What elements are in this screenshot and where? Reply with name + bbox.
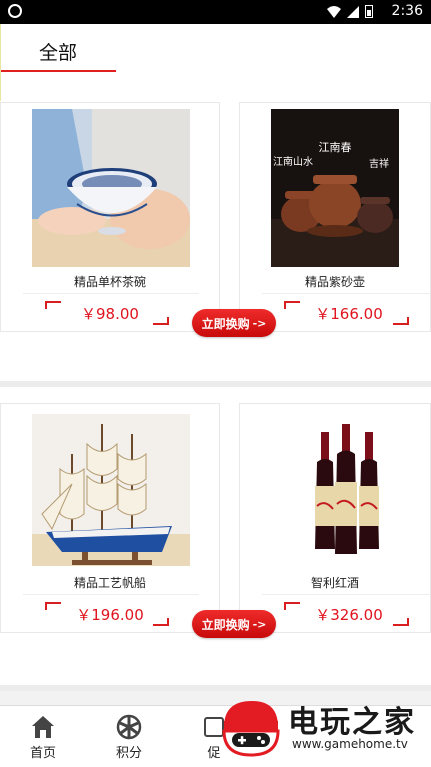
product-card-red-wine[interactable]: 智利红酒 ￥326.00 (239, 403, 431, 633)
redeem-button-label: 立即换购 (201, 316, 250, 331)
price-bracket-right (393, 618, 409, 626)
divider (262, 594, 430, 595)
product-name: 精品紫砂壶 (304, 275, 365, 289)
divider (23, 594, 199, 595)
price-bracket-right (153, 317, 169, 325)
product-name: 精品单杯茶碗 (73, 275, 146, 289)
points-wheel-icon (116, 714, 142, 740)
tab-all[interactable]: 全部 (39, 38, 77, 65)
price-bracket-right (153, 618, 169, 626)
nav-item-points[interactable]: 积分 (99, 714, 159, 761)
wifi-icon (327, 5, 341, 18)
status-bar: 2:36 (0, 0, 431, 24)
category-tab-bar: 全部 (0, 24, 431, 101)
watermark-title: 电玩之家 (288, 705, 416, 740)
nav-label-home: 首页 (29, 746, 56, 761)
signal-icon (347, 5, 359, 18)
divider (262, 293, 430, 294)
watermark-logo (222, 701, 280, 757)
nav-item-home[interactable]: 首页 (13, 714, 73, 761)
arrow-right-icon: -> (252, 316, 267, 330)
arrow-right-icon: -> (252, 617, 267, 631)
app-notification-icon (8, 4, 22, 18)
teapot-image: 江南春 江南山水 吉祥 (271, 109, 399, 267)
tab-active-indicator (1, 70, 116, 72)
status-icons (327, 5, 373, 18)
product-name: 智利红酒 (310, 576, 359, 590)
sailing-ship-image (32, 414, 190, 566)
redeem-button[interactable]: 立即换购 -> (192, 309, 276, 337)
battery-icon (365, 5, 373, 18)
image-label: 吉祥 (369, 157, 389, 170)
divider (23, 293, 199, 294)
image-label: 江南山水 (273, 155, 313, 168)
red-wine-image (290, 414, 400, 566)
home-icon (32, 716, 54, 738)
product-card-sailing-ship[interactable]: 精品工艺帆船 ￥196.00 (0, 403, 220, 633)
product-card-tea-bowl[interactable]: 精品单杯茶碗 ￥98.00 (0, 102, 220, 332)
watermark-url: www.gamehome.tv (292, 737, 408, 751)
tea-bowl-image (32, 109, 190, 267)
image-label: 江南春 (319, 141, 352, 154)
nav-label-points: 积分 (115, 746, 142, 761)
watermark: 电玩之家 www.gamehome.tv (216, 693, 431, 767)
redeem-button-label: 立即换购 (201, 617, 250, 632)
product-card-teapot[interactable]: 江南春 江南山水 吉祥 精品紫砂壶 ￥166.00 (239, 102, 431, 332)
row-divider (0, 685, 431, 691)
status-time: 2:36 (391, 3, 423, 19)
price-bracket-right (393, 317, 409, 325)
redeem-button[interactable]: 立即换购 -> (192, 610, 276, 638)
product-name: 精品工艺帆船 (73, 576, 146, 590)
